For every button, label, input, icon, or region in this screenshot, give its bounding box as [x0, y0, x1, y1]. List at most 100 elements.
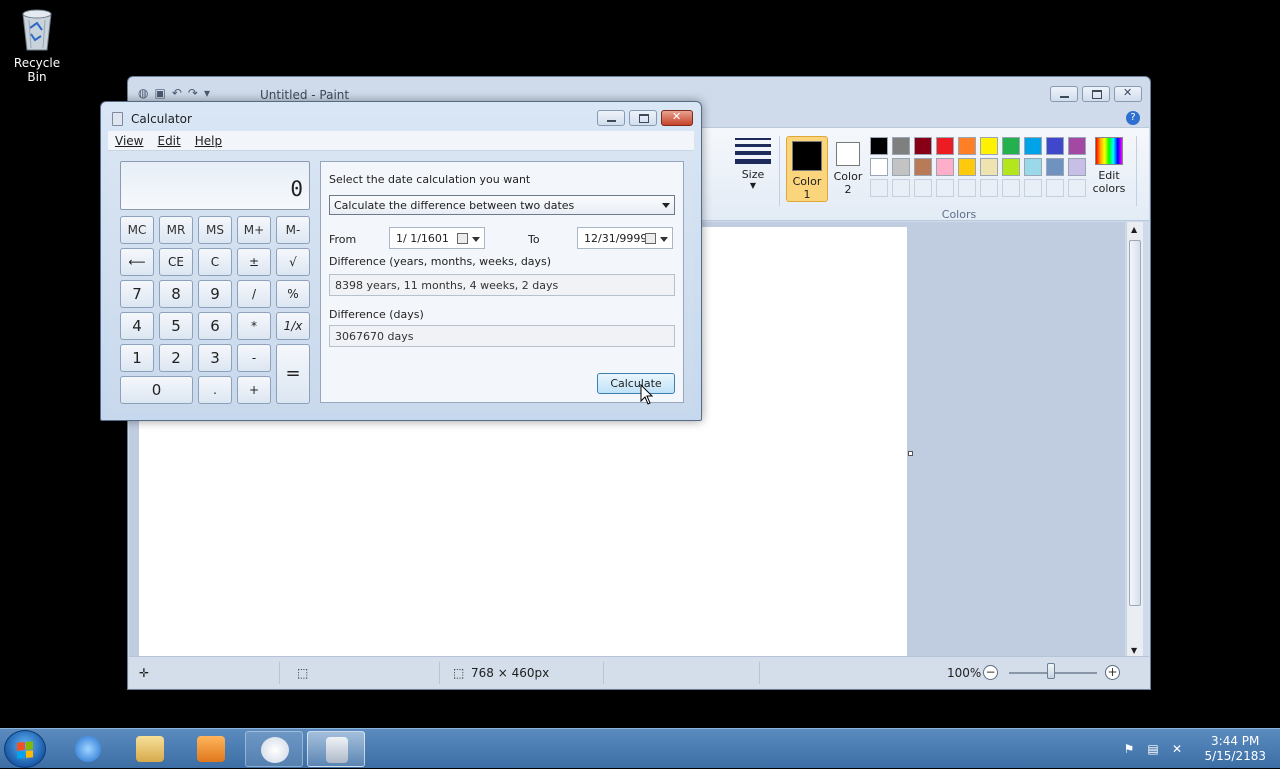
palette-empty-swatch[interactable] — [1002, 179, 1020, 197]
key-equals[interactable]: = — [276, 344, 310, 404]
paint-maximize-button[interactable] — [1082, 86, 1110, 102]
palette-swatch[interactable] — [1068, 137, 1086, 155]
calculator-close-button[interactable] — [661, 110, 693, 126]
edit-colors-button[interactable]: Edit colors — [1089, 137, 1129, 195]
palette-swatch[interactable] — [870, 158, 888, 176]
calculator-maximize-button[interactable] — [629, 110, 657, 126]
clock[interactable]: 3:44 PM 5/15/2183 — [1204, 734, 1266, 764]
palette-swatch[interactable] — [1024, 137, 1042, 155]
key-plusminus[interactable]: ± — [237, 248, 271, 276]
palette-swatch[interactable] — [958, 158, 976, 176]
key-mr[interactable]: MR — [159, 216, 193, 244]
network-icon[interactable]: ▤ — [1146, 742, 1160, 756]
help-icon[interactable]: ? — [1126, 111, 1140, 125]
menu-edit[interactable]: Edit — [157, 134, 180, 148]
palette-swatch[interactable] — [1002, 137, 1020, 155]
palette-empty-swatch[interactable] — [980, 179, 998, 197]
size-tool[interactable]: Size ▼ — [733, 136, 773, 190]
key-sqrt[interactable]: √ — [276, 248, 310, 276]
key-subtract[interactable]: - — [237, 344, 271, 372]
zoom-slider-thumb[interactable] — [1047, 663, 1055, 679]
calendar-icon[interactable] — [457, 233, 468, 244]
key-4[interactable]: 4 — [120, 312, 154, 340]
palette-swatch[interactable] — [936, 137, 954, 155]
palette-swatch[interactable] — [892, 137, 910, 155]
key-c[interactable]: C — [198, 248, 232, 276]
palette-empty-swatch[interactable] — [870, 179, 888, 197]
from-date-picker[interactable]: 1/ 1/1601 — [389, 227, 485, 249]
paint-close-button[interactable] — [1114, 86, 1142, 102]
key-6[interactable]: 6 — [198, 312, 232, 340]
key-7[interactable]: 7 — [120, 280, 154, 308]
key-decimal[interactable]: . — [198, 376, 232, 404]
customize-qat-icon[interactable]: ▾ — [204, 86, 210, 100]
palette-swatch[interactable] — [980, 137, 998, 155]
taskbar-internet-explorer[interactable] — [60, 731, 118, 767]
calculate-button[interactable]: Calculate — [597, 373, 675, 394]
palette-swatch[interactable] — [892, 158, 910, 176]
paint-minimize-button[interactable] — [1050, 86, 1078, 102]
taskbar-calculator[interactable] — [307, 731, 365, 767]
recycle-bin-shortcut[interactable]: Recycle Bin — [4, 6, 70, 84]
save-icon[interactable]: ▣ — [154, 86, 165, 100]
key-2[interactable]: 2 — [159, 344, 193, 372]
action-center-flag-icon[interactable]: ⚑ — [1122, 742, 1136, 756]
palette-swatch[interactable] — [870, 137, 888, 155]
palette-empty-swatch[interactable] — [1046, 179, 1064, 197]
taskbar-media-player[interactable] — [182, 731, 240, 767]
key-multiply[interactable]: * — [237, 312, 271, 340]
key-8[interactable]: 8 — [159, 280, 193, 308]
palette-swatch[interactable] — [914, 137, 932, 155]
palette-empty-swatch[interactable] — [1024, 179, 1042, 197]
palette-swatch[interactable] — [1046, 137, 1064, 155]
calculator-titlebar[interactable]: Calculator — [101, 102, 701, 130]
taskbar-windows-explorer[interactable] — [121, 731, 179, 767]
vertical-scrollbar[interactable]: ▲ ▼ — [1126, 222, 1143, 657]
canvas-resize-handle[interactable] — [908, 451, 913, 456]
palette-empty-swatch[interactable] — [892, 179, 910, 197]
undo-icon[interactable]: ↶ — [172, 86, 182, 100]
key-mminus[interactable]: M- — [276, 216, 310, 244]
key-add[interactable]: + — [237, 376, 271, 404]
key-ms[interactable]: MS — [198, 216, 232, 244]
zoom-out-button[interactable]: − — [983, 665, 998, 680]
palette-empty-swatch[interactable] — [1068, 179, 1086, 197]
palette-swatch[interactable] — [958, 137, 976, 155]
volume-muted-icon[interactable]: ✕ — [1170, 742, 1184, 756]
to-date-picker[interactable]: 12/31/9999 — [577, 227, 673, 249]
calendar-icon[interactable] — [645, 233, 656, 244]
color2-button[interactable]: Color 2 — [827, 136, 869, 202]
palette-swatch[interactable] — [980, 158, 998, 176]
key-ce[interactable]: CE — [159, 248, 193, 276]
key-divide[interactable]: / — [237, 280, 271, 308]
redo-icon[interactable]: ↷ — [188, 86, 198, 100]
key-9[interactable]: 9 — [198, 280, 232, 308]
palette-empty-swatch[interactable] — [914, 179, 932, 197]
calculator-minimize-button[interactable] — [597, 110, 625, 126]
key-mplus[interactable]: M+ — [237, 216, 271, 244]
scroll-up-icon[interactable]: ▲ — [1131, 225, 1137, 234]
palette-empty-swatch[interactable] — [958, 179, 976, 197]
paint-app-icon[interactable]: ◍ — [138, 86, 148, 100]
key-1[interactable]: 1 — [120, 344, 154, 372]
color1-button[interactable]: Color 1 — [786, 136, 828, 202]
date-calc-mode-select[interactable]: Calculate the difference between two dat… — [329, 195, 675, 215]
key-5[interactable]: 5 — [159, 312, 193, 340]
palette-swatch[interactable] — [1046, 158, 1064, 176]
zoom-in-button[interactable]: + — [1105, 665, 1120, 680]
key-percent[interactable]: % — [276, 280, 310, 308]
key-backspace[interactable]: ⟵ — [120, 248, 154, 276]
palette-swatch[interactable] — [1068, 158, 1086, 176]
scroll-down-icon[interactable]: ▼ — [1131, 646, 1137, 655]
palette-swatch[interactable] — [914, 158, 932, 176]
key-0[interactable]: 0 — [120, 376, 193, 404]
key-reciprocal[interactable]: 1/x — [276, 312, 310, 340]
start-button[interactable] — [4, 730, 46, 768]
palette-swatch[interactable] — [1002, 158, 1020, 176]
menu-help[interactable]: Help — [195, 134, 222, 148]
palette-swatch[interactable] — [1024, 158, 1042, 176]
key-3[interactable]: 3 — [198, 344, 232, 372]
chevron-down-icon[interactable] — [660, 237, 668, 242]
scrollbar-thumb[interactable] — [1129, 240, 1141, 606]
palette-swatch[interactable] — [936, 158, 954, 176]
